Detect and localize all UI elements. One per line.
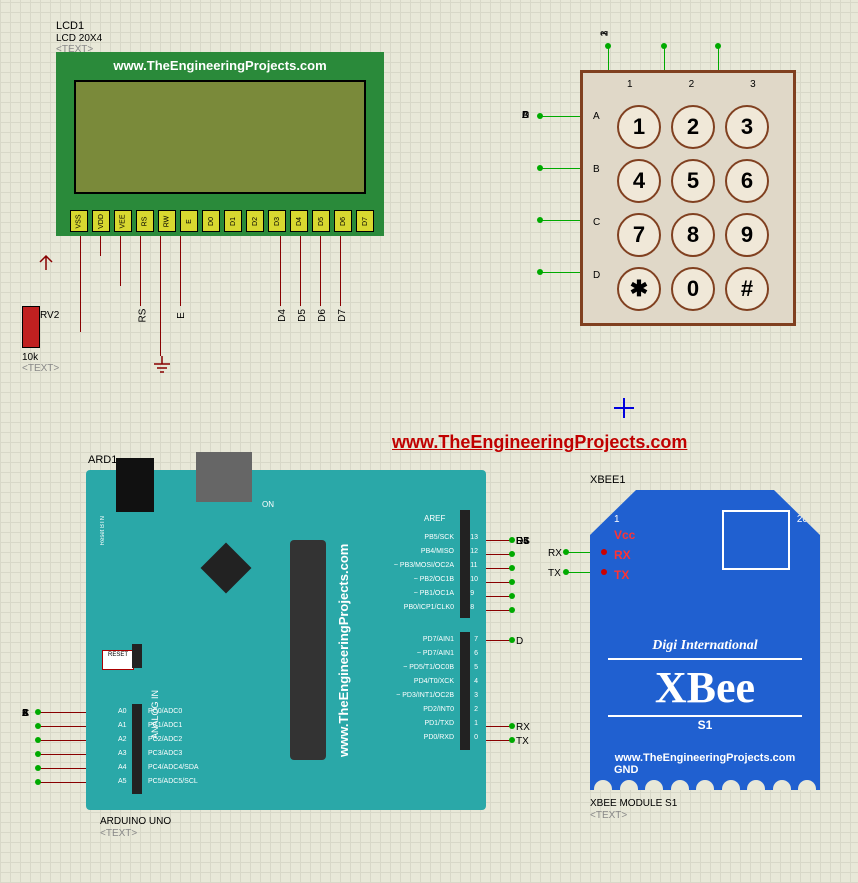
analog-ext: A0A1A2A3A4A5: [114, 708, 131, 792]
keypad-col-inner: 123: [627, 79, 756, 90]
atmega-chip: [290, 540, 326, 760]
arduino-txt: <TEXT>: [100, 828, 137, 839]
key-star[interactable]: ✱: [617, 267, 661, 311]
lcd-pin: D4: [290, 210, 308, 232]
reset-btn-label: Reset BTN: [100, 516, 106, 545]
arduino-url: www.TheEngineeringProjects.com: [336, 510, 482, 790]
main-url[interactable]: www.TheEngineeringProjects.com: [392, 432, 687, 453]
arduino-name: ARDUINO UNO: [100, 816, 171, 827]
analog-names: PC0/ADC0PC1/ADC1PC2/ADC2PC3/ADC3PC4/ADC4…: [144, 708, 203, 792]
lcd-pin: D6: [334, 210, 352, 232]
lcd-module: www.TheEngineeringProjects.com VSS VDD V…: [56, 52, 384, 236]
xbee-ref: XBEE1: [590, 474, 625, 486]
reset-button[interactable]: RESET: [102, 650, 134, 670]
ard-ext-tx: TX: [516, 736, 529, 747]
keypad-row-inner: ABCD: [593, 111, 600, 281]
key-6[interactable]: 6: [725, 159, 769, 203]
pot-txt: <TEXT>: [22, 363, 59, 374]
lcd-pin: D0: [202, 210, 220, 232]
net-d5: D5: [297, 309, 308, 322]
xbee-ext-tx: TX: [548, 568, 561, 579]
lcd-pin: D1: [224, 210, 242, 232]
lcd-ref: LCD1: [56, 20, 84, 32]
lcd-url: www.TheEngineeringProjects.com: [56, 58, 384, 73]
net-rs: RS: [137, 309, 148, 323]
lcd-screen: [74, 80, 366, 194]
net-d6: D6: [317, 309, 328, 322]
net-e: E: [176, 312, 187, 319]
keypad: 123 ABCD 1 2 3 4 5 6 7 8 9 ✱ 0 #: [580, 70, 796, 326]
key-8[interactable]: 8: [671, 213, 715, 257]
key-0[interactable]: 0: [671, 267, 715, 311]
barrel-jack-icon: [116, 458, 154, 512]
power-arrow-icon: [36, 252, 56, 272]
lcd-pin: E: [180, 210, 198, 232]
lcd-pin: VEE: [114, 210, 132, 232]
net-d4: D4: [277, 309, 288, 322]
lcd-pin: RW: [158, 210, 176, 232]
keypad-grid: 1 2 3 4 5 6 7 8 9 ✱ 0 #: [613, 101, 773, 315]
xbee-ext-rx: RX: [548, 548, 562, 559]
ground-icon: [152, 356, 172, 374]
reset-header: [132, 644, 142, 668]
key-2[interactable]: 2: [671, 105, 715, 149]
key-9[interactable]: 9: [725, 213, 769, 257]
key-4[interactable]: 4: [617, 159, 661, 203]
key-7[interactable]: 7: [617, 213, 661, 257]
lcd-pin: D5: [312, 210, 330, 232]
lcd-pin: VSS: [70, 210, 88, 232]
crosshair-icon: [614, 398, 634, 418]
ard-ext-d: D: [516, 636, 523, 647]
key-3[interactable]: 3: [725, 105, 769, 149]
xbee-url: www.TheEngineeringProjects.com: [590, 752, 820, 764]
key-1[interactable]: 1: [617, 105, 661, 149]
lcd-pin: D7: [356, 210, 374, 232]
lcd-type: LCD 20X4: [56, 33, 102, 44]
usb-port-icon: [196, 452, 252, 502]
ard-ext-rx: RX: [516, 722, 530, 733]
analog-header: [132, 704, 142, 794]
xbee-module: 1 20 Vcc RX TX Digi International XBee S…: [590, 490, 820, 790]
potentiometer[interactable]: [22, 306, 40, 348]
lcd-pin: D2: [246, 210, 264, 232]
lcd-pin: D3: [268, 210, 286, 232]
xbee-antenna-icon: [722, 510, 790, 570]
net-d7: D7: [337, 309, 348, 322]
xbee-txt: <TEXT>: [590, 810, 627, 821]
pot-val: 10k: [22, 352, 38, 363]
xbee-type: XBEE MODULE S1: [590, 798, 677, 809]
chip-icon: [201, 543, 252, 594]
key-5[interactable]: 5: [671, 159, 715, 203]
lcd-pin: VDD: [92, 210, 110, 232]
wire-bundle-lcd: [80, 236, 364, 286]
pot-ref: RV2: [40, 310, 59, 321]
key-hash[interactable]: #: [725, 267, 769, 311]
lcd-pin-row: VSS VDD VEE RS RW E D0 D1 D2 D3 D4 D5 D6…: [70, 210, 374, 232]
arduino-ref: ARD1: [88, 454, 117, 466]
arduino-board: ON Reset BTN RESET ANALOG IN AREF PB5/SC…: [86, 470, 486, 810]
lcd-pin: RS: [136, 210, 154, 232]
